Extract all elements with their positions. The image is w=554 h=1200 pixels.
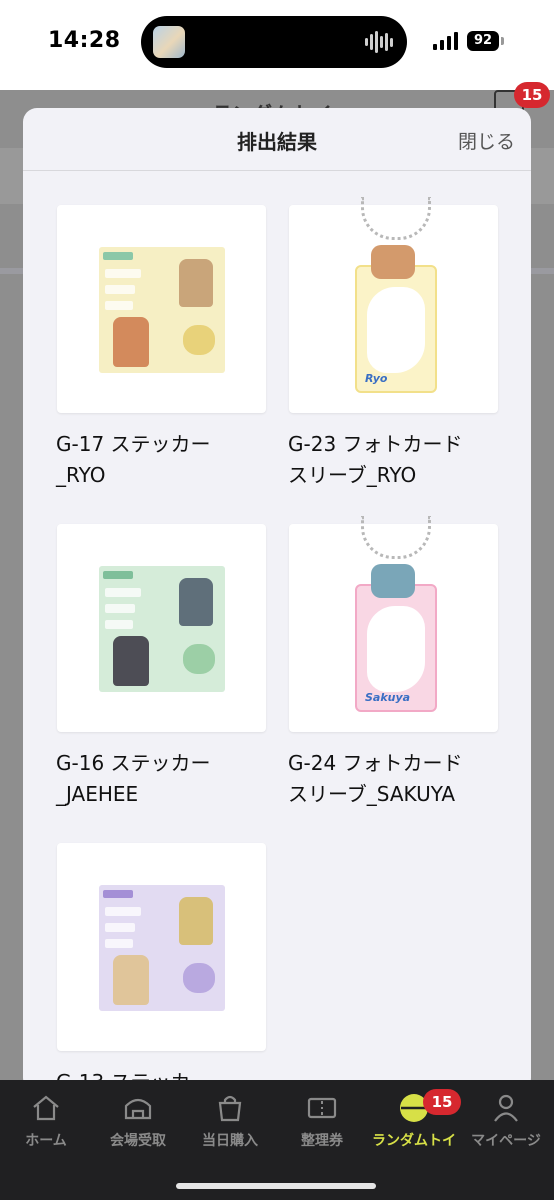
photocard-sleeve-image: Sakuya: [355, 564, 437, 712]
person-icon: [494, 1094, 518, 1122]
item-card-g17[interactable]: [57, 205, 266, 413]
sticker-sheet-image: [99, 247, 225, 373]
dynamic-island[interactable]: [141, 16, 407, 68]
item-card-g13[interactable]: [57, 843, 266, 1051]
tab-my-page[interactable]: マイページ: [460, 1080, 552, 1160]
tab-ticket[interactable]: 整理券: [276, 1080, 368, 1160]
item-name-g23: G-23 フォトカード スリーブ_RYO: [288, 432, 463, 487]
item-name-g17: G-17 ステッカー _RYO: [56, 432, 211, 487]
status-time: 14:28: [48, 28, 121, 53]
ball-chain: [361, 197, 431, 240]
close-button[interactable]: 閉じる: [458, 127, 515, 154]
status-bar: 14:28 92: [0, 0, 554, 90]
modal-title: 排出結果: [237, 130, 317, 154]
shopping-bag-icon: [218, 1095, 242, 1122]
modal-header: 排出結果 閉じる: [23, 108, 531, 171]
audio-wave-icon: [365, 31, 393, 53]
sticker-sheet-image: [99, 566, 225, 692]
tab-bar: ホーム 会場受取 当日購入 整理券 ランダムトイ マイページ: [0, 1080, 554, 1200]
ticket-icon: [307, 1097, 337, 1119]
battery-icon: 92: [467, 31, 499, 51]
photocard-sleeve-image: Ryo: [355, 245, 437, 393]
venue-icon: [124, 1098, 152, 1120]
tab-venue-pickup[interactable]: 会場受取: [92, 1080, 184, 1160]
ball-chain: [361, 516, 431, 559]
sticker-sheet-image: [99, 885, 225, 1011]
cart-badge: 15: [514, 82, 550, 108]
item-card-g16[interactable]: [57, 524, 266, 732]
tab-same-day-purchase[interactable]: 当日購入: [184, 1080, 276, 1160]
item-card-g24[interactable]: Sakuya: [289, 516, 498, 732]
now-playing-artwork: [153, 26, 185, 58]
results-modal: 排出結果 閉じる G-17 ステッカー _RYO Ryo G-23 フォトカードス…: [23, 108, 531, 1092]
cellular-signal-icon: [433, 32, 459, 50]
item-card-g23[interactable]: Ryo: [289, 197, 498, 413]
item-name-g16: G-16 ステッカー _JAEHEE: [56, 751, 211, 806]
item-name-g24: G-24 フォトカード スリーブ_SAKUYA: [288, 751, 463, 806]
home-icon: [33, 1095, 59, 1121]
battery-cap: [501, 37, 504, 45]
random-toy-badge: 15: [423, 1089, 461, 1115]
tab-home[interactable]: ホーム: [0, 1080, 92, 1160]
home-indicator[interactable]: [176, 1183, 376, 1189]
